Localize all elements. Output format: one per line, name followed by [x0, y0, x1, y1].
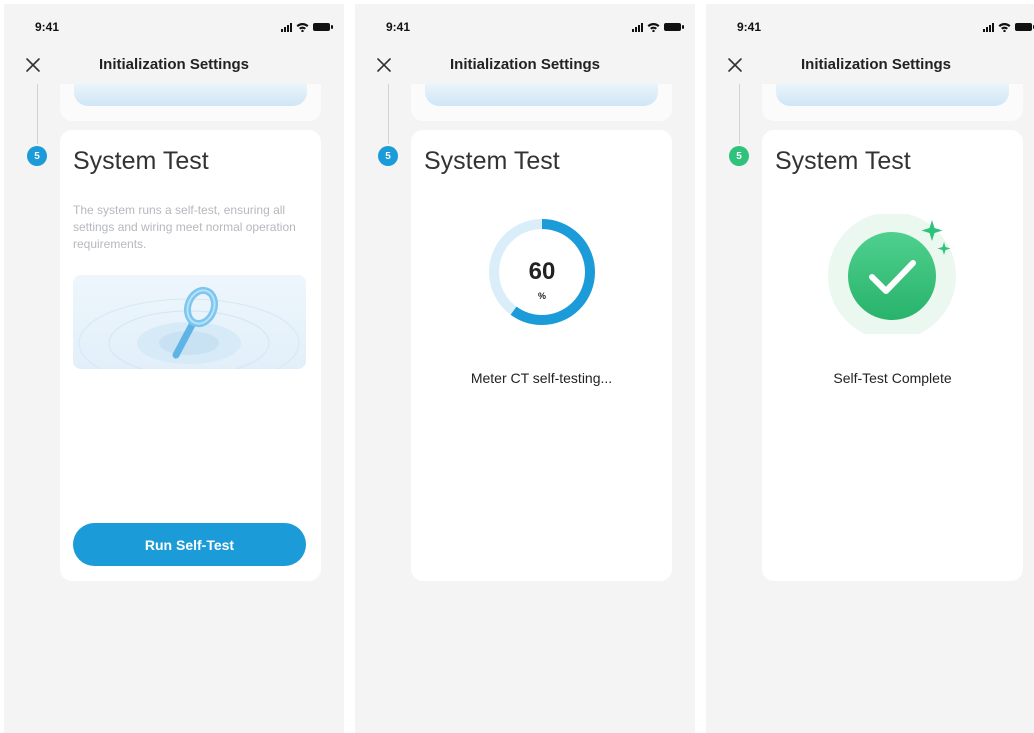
battery-icon [664, 23, 684, 31]
step-card: System Test The system runs a self-test,… [60, 130, 321, 581]
step-title: System Test [424, 147, 560, 175]
status-bar: 9:41 [355, 20, 695, 36]
nav-bar: Initialization Settings [355, 52, 695, 78]
battery-icon [313, 23, 333, 31]
nav-bar: Initialization Settings [706, 52, 1034, 78]
step-title: System Test [775, 147, 911, 175]
page-title: Initialization Settings [98, 56, 249, 73]
nav-bar: Initialization Settings [4, 52, 344, 78]
step-title: System Test [73, 147, 209, 175]
run-self-test-button[interactable]: Run Self-Test [73, 523, 306, 566]
success-icon [828, 214, 956, 334]
signal-icon [632, 22, 643, 32]
progress-unit: % [537, 291, 546, 301]
status-bar: 9:41 [706, 20, 1034, 36]
status-time: 9:41 [35, 20, 60, 34]
status-time: 9:41 [386, 20, 411, 34]
step-badge: 5 [729, 146, 749, 166]
complete-status-text: Self-Test Complete [833, 370, 952, 386]
battery-icon [1015, 23, 1034, 31]
previous-step-card [411, 84, 672, 121]
timeline-line [37, 84, 38, 144]
step-badge: 5 [378, 146, 398, 166]
step-badge: 5 [27, 146, 47, 166]
screen-complete: 9:41 Initialization Settings 5 System Te… [706, 4, 1034, 733]
screen-intro: 9:41 Initialization Settings 5 System Te… [4, 4, 344, 733]
wifi-icon [998, 23, 1011, 32]
timeline-line [388, 84, 389, 144]
status-bar: 9:41 [4, 20, 344, 36]
progress-value: 60 [528, 258, 556, 285]
status-icons [632, 22, 684, 32]
wifi-icon [647, 23, 660, 32]
step-card: System Test Self-Test Complete [762, 130, 1023, 581]
page-title: Initialization Settings [800, 56, 951, 73]
signal-icon [281, 22, 292, 32]
status-icons [983, 22, 1034, 32]
previous-step-card [60, 84, 321, 121]
previous-step-card [762, 84, 1023, 121]
wifi-icon [296, 23, 309, 32]
progress-status-text: Meter CT self-testing... [470, 370, 613, 386]
timeline-line [739, 84, 740, 144]
step-card: System Test 60 % Meter CT self-testing..… [411, 130, 672, 581]
self-test-illustration [73, 275, 306, 369]
page-title: Initialization Settings [449, 56, 600, 73]
status-icons [281, 22, 333, 32]
screen-progress: 9:41 Initialization Settings 5 System Te… [355, 4, 695, 733]
step-description: The system runs a self-test, ensuring al… [73, 203, 296, 251]
signal-icon [983, 22, 994, 32]
status-time: 9:41 [737, 20, 762, 34]
